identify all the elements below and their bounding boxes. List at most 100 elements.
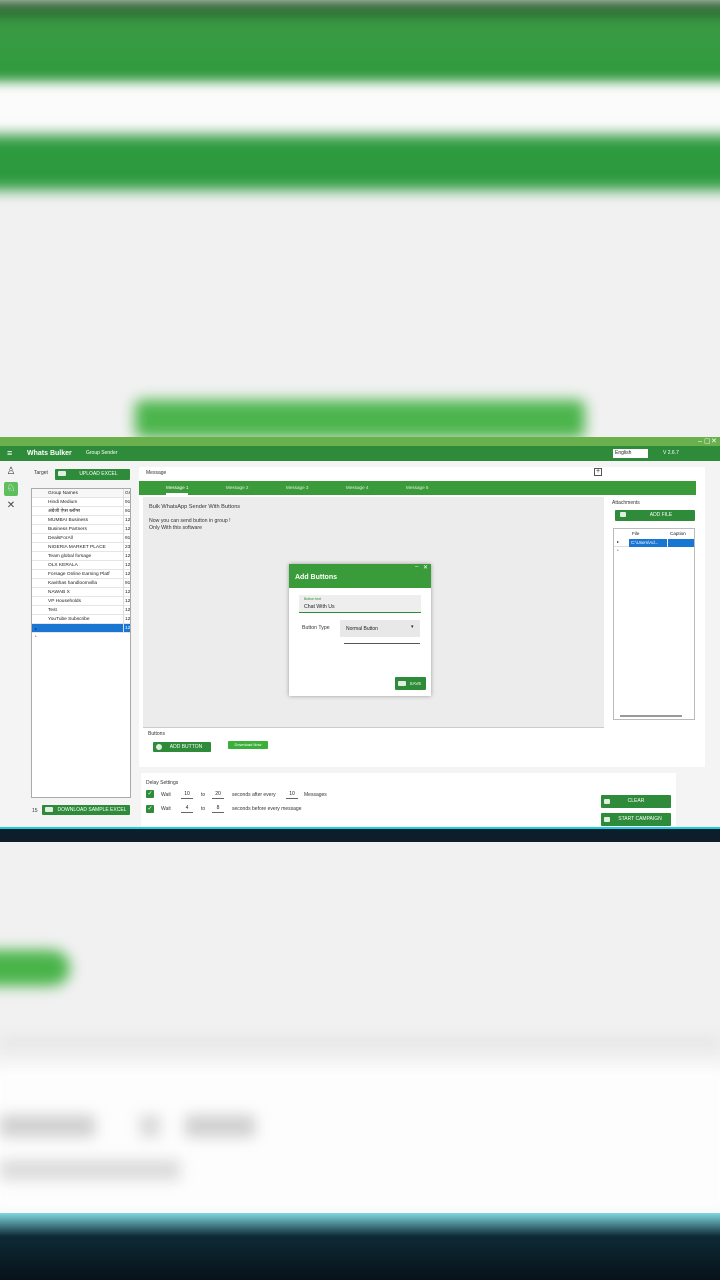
app-subtitle: Group Sender — [86, 450, 118, 456]
message-line-3: Only With this software — [149, 525, 203, 531]
blur-header-green — [0, 0, 720, 85]
table-row[interactable]: NAWAB X 12 — [32, 588, 131, 597]
dialog-divider — [344, 643, 420, 644]
attachment-row[interactable]: ▸ C:\Users\Ad... — [614, 539, 694, 547]
clear-button[interactable]: CLEAR — [601, 795, 671, 808]
start-campaign-label: START CAMPAIGN — [618, 816, 662, 822]
table-row[interactable]: अंग्रेजी ऐप्स ब्लॉग्स 91 — [32, 507, 131, 516]
button-type-label: Button Type — [302, 625, 330, 631]
table-row[interactable]: Hindi Medium 91 — [32, 498, 131, 507]
attachment-file: C:\Users\Ad... — [629, 539, 667, 547]
dialog-minimize-icon[interactable]: – — [415, 564, 418, 570]
dialog-close-icon[interactable]: ✕ — [423, 564, 428, 571]
delay-row1-checkbox[interactable]: ✓ — [146, 790, 154, 798]
delay-row1-unit: Messages — [304, 792, 327, 798]
group-id-cell: 12 — [123, 561, 131, 570]
add-file-button[interactable]: ADD FILE — [615, 510, 695, 521]
group-name-cell: Team global forsage — [48, 554, 92, 559]
upload-excel-button[interactable]: UPLOAD EXCEL — [55, 469, 130, 480]
group-id-cell: 12 — [123, 588, 131, 597]
minimize-icon[interactable]: – — [698, 437, 702, 446]
buttons-divider — [143, 727, 604, 728]
group-id-cell: 12 — [123, 516, 131, 525]
add-file-icon — [620, 512, 626, 517]
attachments-scrollbar[interactable] — [620, 715, 682, 717]
tab-message-2[interactable]: Message 2 — [226, 481, 248, 495]
group-grid[interactable]: Group Names Gr Hindi Medium 91 अंग्रेजी ऐप… — [31, 488, 131, 798]
plus-circle-icon — [156, 744, 162, 750]
message-label: Message — [146, 470, 167, 476]
blur-bottom-text2 — [140, 1115, 160, 1137]
group-name-cell: VP Households — [48, 599, 81, 604]
table-row[interactable]: NIGERIA MARKET PLACE 23 — [32, 543, 130, 552]
delay-row2-checkbox[interactable]: ✓ — [146, 805, 154, 813]
attachment-caption[interactable] — [668, 539, 694, 547]
row-pointer-icon: ▸ — [617, 539, 620, 544]
tab-message-5[interactable]: Message 5 — [406, 481, 428, 495]
table-row[interactable]: Forsage Online Earning Platf 12 — [32, 570, 130, 579]
add-file-label: ADD FILE — [649, 512, 673, 518]
column-gr: Gr — [123, 489, 131, 498]
attachments-label: Attachments — [612, 500, 640, 506]
close-icon[interactable]: ✕ — [711, 437, 717, 446]
group-name-cell: Business Partners — [48, 527, 87, 532]
add-message-icon[interactable]: + — [594, 468, 602, 476]
column-file: File — [632, 531, 640, 536]
table-row[interactable]: DealsForAll 91 — [32, 534, 130, 543]
delay-row1-from[interactable]: 10 — [181, 791, 193, 799]
download-sample-excel-button[interactable]: DOWNLOAD SAMPLE EXCEL — [42, 805, 130, 815]
add-button-button[interactable]: ADD BUTTON — [153, 742, 211, 752]
menu-icon[interactable]: ≡ — [7, 446, 12, 461]
button-text-field[interactable]: Button text Chat With Us — [299, 595, 421, 613]
blur-bottom-text3 — [185, 1115, 255, 1137]
save-button[interactable]: SAVE — [395, 677, 426, 690]
group-id-cell: 91 — [123, 579, 131, 588]
group-icon[interactable]: ♘ — [4, 482, 18, 496]
table-row[interactable]: YouTube Subscribe 12 — [32, 615, 130, 624]
group-name-cell: अंग्रेजी ऐप्स ब्लॉग्स — [48, 509, 80, 514]
group-name-cell: Kavithas handloomvilla — [48, 581, 98, 586]
group-name-cell: NAWAB X — [48, 590, 70, 595]
download-now-label: Download Now — [234, 742, 262, 747]
table-row[interactable]: Team global forsage 12 — [32, 552, 130, 561]
delay-row2-wait: Wait — [161, 806, 171, 812]
table-row[interactable]: ▸ 12 — [32, 624, 130, 633]
tab-message-3[interactable]: Message 3 — [286, 481, 308, 495]
download-sample-label: DOWNLOAD SAMPLE EXCEL — [57, 807, 127, 813]
table-row[interactable]: Business Partners 12 — [32, 525, 130, 534]
delay-row1-count[interactable]: 10 — [286, 791, 298, 799]
table-row[interactable]: MUMBAI Business 12 — [32, 516, 131, 525]
maximize-icon[interactable]: ▢ — [704, 437, 711, 446]
table-row[interactable]: Test 12 — [32, 606, 130, 615]
button-type-select[interactable]: Normal Button ▾ — [340, 620, 420, 637]
tools-icon[interactable]: ✕ — [4, 499, 18, 513]
user-icon[interactable]: ♙ — [4, 465, 18, 479]
attachments-grid[interactable]: File Caption ▸ C:\Users\Ad... * — [613, 528, 695, 720]
download-now-button[interactable]: Download Now — [228, 741, 268, 749]
app-title: Whats Bulker — [27, 450, 72, 457]
table-row[interactable]: VP Households 12 — [32, 597, 130, 606]
new-row-icon: * — [617, 548, 619, 553]
video-bottom-bar — [0, 1213, 720, 1280]
table-row[interactable]: Kavithas handloomvilla 91 — [32, 579, 131, 588]
dialog-title: Add Buttons — [295, 574, 337, 581]
upload-excel-label: UPLOAD EXCEL — [79, 471, 118, 477]
language-select[interactable]: English — [613, 449, 648, 458]
group-id-cell: 91 — [123, 498, 131, 507]
delay-row2-to[interactable]: 8 — [212, 805, 224, 813]
tab-message-4[interactable]: Message 4 — [346, 481, 368, 495]
clear-label: CLEAR — [627, 798, 645, 804]
delay-row1-to[interactable]: 20 — [212, 791, 224, 799]
group-id-cell: 91 — [123, 507, 131, 516]
blur-header-white — [0, 85, 720, 135]
blur-bottom-line — [0, 1040, 720, 1045]
tab-message-1[interactable]: Message 1 — [166, 481, 189, 495]
excel-icon — [58, 471, 66, 476]
button-text-label: Button text — [304, 597, 322, 601]
table-row[interactable]: OLX KERALA 12 — [32, 561, 131, 570]
group-name-cell: YouTube Subscribe — [48, 617, 90, 622]
app-header: ≡ Whats Bulker Group Sender English V 2.… — [0, 446, 720, 461]
delay-row2-from[interactable]: 4 — [181, 805, 193, 813]
blur-bottom-text1 — [0, 1115, 95, 1137]
start-campaign-button[interactable]: START CAMPAIGN — [601, 813, 671, 826]
